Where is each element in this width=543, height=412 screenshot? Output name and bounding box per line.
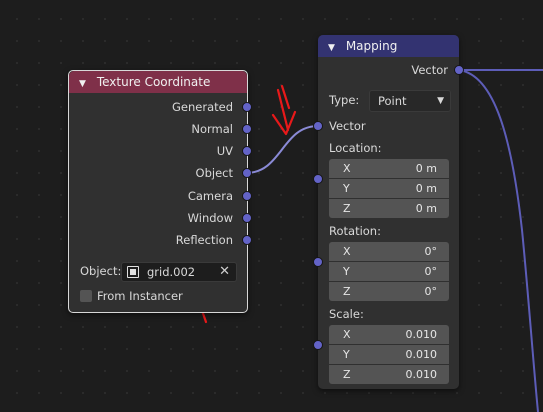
location-y-field[interactable]: Y 0 m — [329, 179, 449, 198]
from-instancer-checkbox[interactable] — [80, 290, 92, 302]
socket-output-vector[interactable] — [454, 65, 464, 75]
socket-location[interactable] — [313, 174, 323, 184]
socket-normal[interactable] — [242, 124, 252, 134]
output-generated: Generated — [171, 100, 233, 114]
output-reflection: Reflection — [175, 233, 233, 247]
texture-coordinate-node[interactable]: ▼ Texture Coordinate Generated Normal UV… — [68, 70, 252, 313]
socket-uv[interactable] — [242, 146, 252, 156]
socket-rotation[interactable] — [313, 257, 323, 267]
socket-reflection[interactable] — [242, 235, 252, 245]
clear-icon[interactable]: ✕ — [219, 263, 230, 280]
socket-object[interactable] — [242, 168, 252, 178]
location-label: Location: — [329, 141, 382, 155]
type-label: Type: — [329, 93, 360, 107]
rotation-label: Rotation: — [329, 224, 381, 238]
rotation-z-field[interactable]: Z 0° — [329, 282, 449, 301]
rotation-y-field[interactable]: Y 0° — [329, 262, 449, 281]
output-uv: UV — [216, 144, 233, 158]
link-mapping-out-2 — [458, 69, 539, 412]
collapse-chevron-icon[interactable]: ▼ — [79, 73, 93, 95]
socket-window[interactable] — [242, 213, 252, 223]
mapping-header[interactable]: ▼ Mapping — [318, 35, 459, 57]
mapping-node[interactable]: ▼ Mapping Vector Type: Point ▼ Vector Lo… — [313, 35, 464, 389]
object-cube-icon — [127, 266, 139, 278]
chevron-down-icon: ▼ — [437, 96, 444, 106]
node-title: Mapping — [345, 39, 398, 53]
collapse-chevron-icon[interactable]: ▼ — [328, 37, 342, 59]
object-field-label: Object: — [80, 264, 122, 278]
output-object: Object — [195, 166, 233, 180]
object-field-value: grid.002 — [147, 265, 196, 279]
link-object-to-vector — [245, 125, 319, 174]
output-vector-label: Vector — [411, 63, 448, 77]
node-title: Texture Coordinate — [96, 75, 211, 89]
socket-generated[interactable] — [242, 102, 252, 112]
socket-scale[interactable] — [313, 340, 323, 350]
scale-y-field[interactable]: Y 0.010 — [329, 345, 449, 364]
socket-camera[interactable] — [242, 191, 252, 201]
output-window: Window — [187, 211, 233, 225]
output-normal: Normal — [191, 122, 233, 136]
location-x-field[interactable]: X 0 m — [329, 159, 449, 178]
output-camera: Camera — [187, 189, 233, 203]
scale-label: Scale: — [329, 307, 364, 321]
scale-x-field[interactable]: X 0.010 — [329, 325, 449, 344]
scale-z-field[interactable]: Z 0.010 — [329, 365, 449, 384]
type-dropdown[interactable]: Point ▼ — [369, 90, 451, 112]
from-instancer-label: From Instancer — [97, 289, 183, 303]
socket-input-vector[interactable] — [313, 121, 323, 131]
object-field[interactable]: grid.002 ✕ — [121, 262, 237, 282]
rotation-x-field[interactable]: X 0° — [329, 242, 449, 261]
annotation-arrow-top — [271, 84, 297, 136]
input-vector-label: Vector — [329, 119, 366, 133]
texture-coordinate-header[interactable]: ▼ Texture Coordinate — [69, 71, 247, 93]
location-z-field[interactable]: Z 0 m — [329, 199, 449, 218]
